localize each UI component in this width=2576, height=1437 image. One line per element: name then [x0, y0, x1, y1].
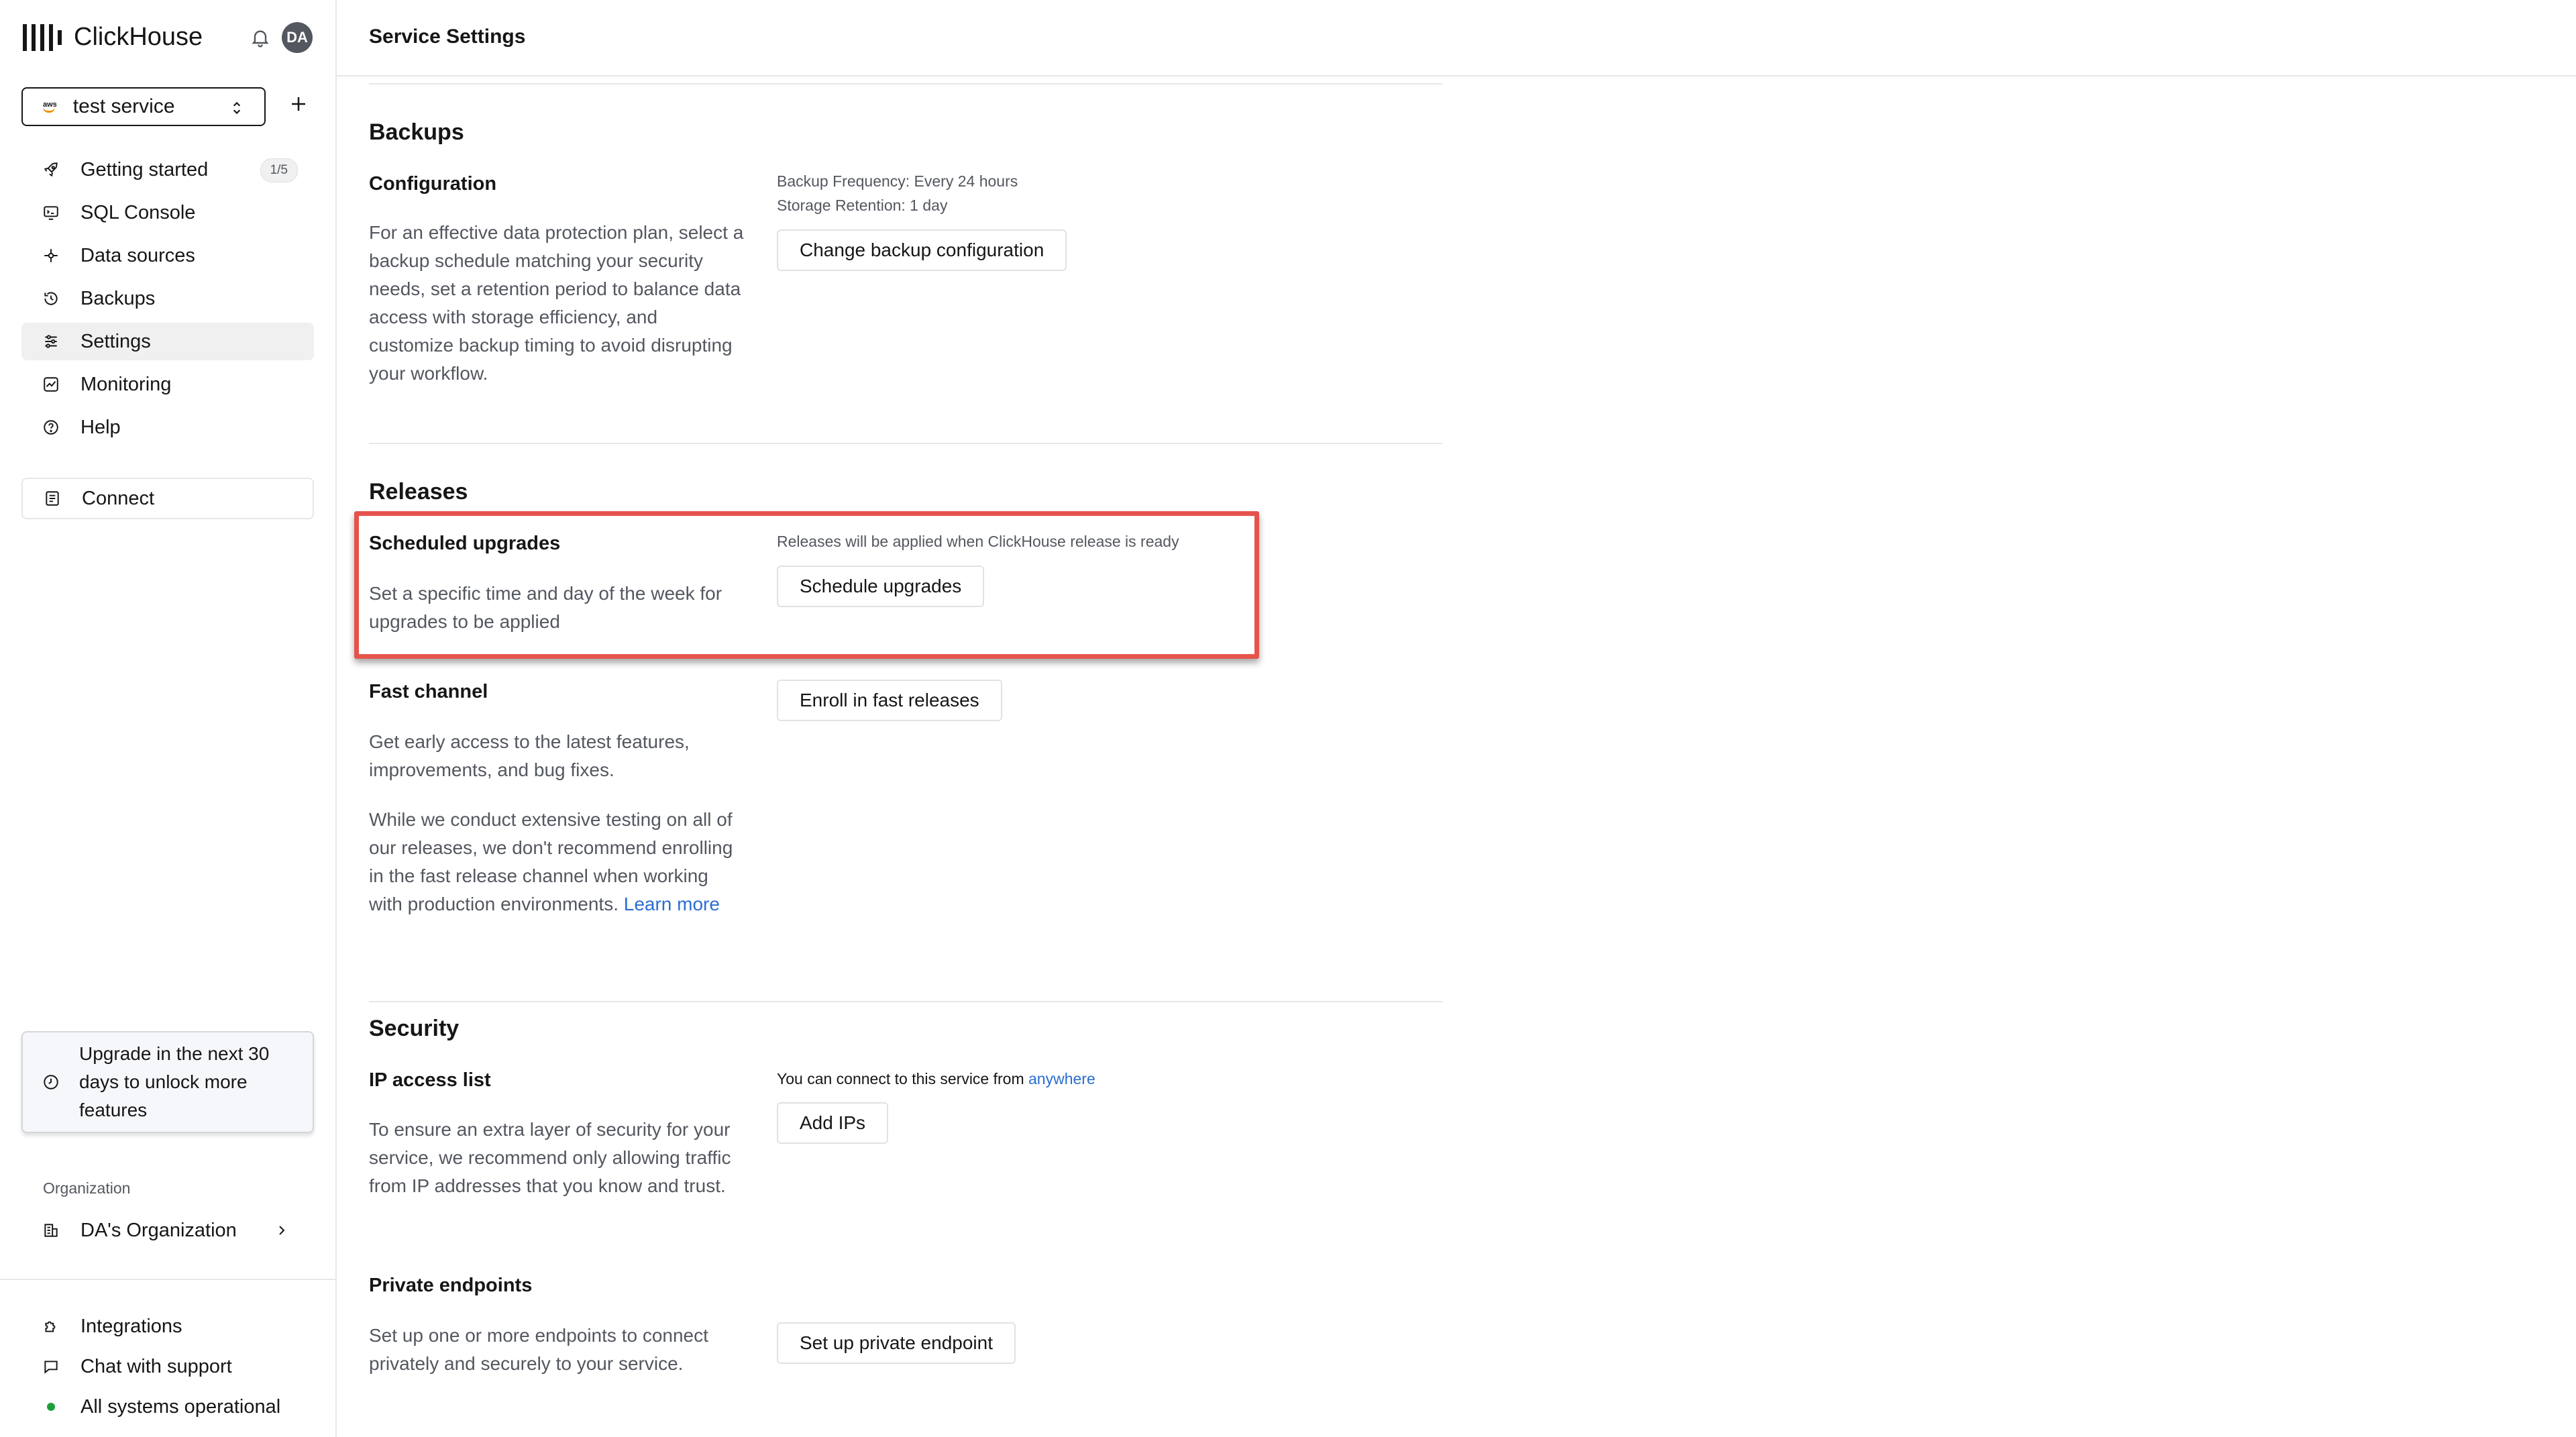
sidebar: ClickHouse DA aws test service Getting s… — [0, 0, 337, 1437]
section-divider — [369, 443, 1442, 444]
console-icon — [42, 203, 60, 222]
sidebar-item-getting-started[interactable]: Getting started 1/5 — [21, 151, 314, 189]
sidebar-item-label: Getting started — [80, 158, 209, 180]
sidebar-item-label: Integrations — [80, 1315, 182, 1337]
scheduled-upgrades-description: Set a specific time and day of the week … — [369, 583, 722, 632]
sliders-icon — [42, 332, 60, 351]
security-section-title: Security — [369, 1016, 460, 1041]
learn-more-link[interactable]: Learn more — [624, 894, 720, 914]
section-divider — [369, 83, 1442, 85]
chevron-up-down-icon — [228, 98, 246, 121]
sidebar-item-data-sources[interactable]: Data sources — [21, 237, 314, 274]
sidebar-item-integrations[interactable]: Integrations — [21, 1308, 314, 1344]
sidebar-item-label: SQL Console — [80, 201, 196, 223]
enroll-fast-releases-button[interactable]: Enroll in fast releases — [777, 680, 1002, 721]
rocket-icon — [42, 160, 60, 179]
status-dot-icon — [42, 1397, 60, 1416]
sidebar-item-label: Help — [80, 416, 121, 438]
bell-icon[interactable] — [250, 27, 271, 48]
ip-access-note-text: You can connect to this service from — [777, 1070, 1024, 1087]
progress-badge: 1/5 — [260, 158, 298, 182]
fast-channel-title: Fast channel — [369, 681, 488, 702]
add-service-button[interactable] — [288, 94, 309, 119]
fast-channel-warning: While we conduct extensive testing on al… — [369, 806, 745, 918]
system-status-label: All systems operational — [80, 1395, 281, 1418]
puzzle-icon — [42, 1317, 60, 1336]
service-selector[interactable]: aws test service — [21, 87, 266, 126]
fast-channel-description: Get early access to the latest features,… — [369, 731, 690, 780]
configuration-title: Configuration — [369, 173, 497, 195]
sidebar-item-label: Chat with support — [80, 1355, 232, 1377]
storage-retention: Storage Retention: 1 day — [777, 197, 948, 214]
top-bar: Service Settings — [337, 0, 2576, 76]
ip-access-list-title: IP access list — [369, 1069, 491, 1091]
sidebar-item-backups[interactable]: Backups — [21, 280, 314, 317]
scheduled-upgrades-title: Scheduled upgrades — [369, 533, 561, 554]
brand-name: ClickHouse — [74, 23, 203, 51]
backup-frequency: Backup Frequency: Every 24 hours — [777, 172, 1018, 190]
private-endpoints-description: Set up one or more endpoints to connect … — [369, 1325, 708, 1374]
main-content: Service Settings Backups Configuration F… — [337, 0, 2576, 1437]
clickhouse-logo[interactable]: ClickHouse — [23, 23, 203, 52]
sidebar-item-label: Data sources — [80, 244, 195, 266]
set-up-private-endpoint-button[interactable]: Set up private endpoint — [777, 1322, 1016, 1364]
sidebar-item-label: Monitoring — [80, 373, 172, 395]
page-title: Service Settings — [369, 25, 526, 48]
chat-icon — [42, 1357, 60, 1376]
clickhouse-logo-icon — [23, 23, 62, 51]
building-icon — [42, 1221, 60, 1240]
releases-note: Releases will be applied when ClickHouse… — [777, 533, 1179, 550]
schedule-upgrades-button[interactable]: Schedule upgrades — [777, 566, 985, 607]
chevron-right-icon — [274, 1221, 290, 1245]
upgrade-banner[interactable]: Upgrade in the next 30 days to unlock mo… — [21, 1031, 314, 1133]
sidebar-item-label: Settings — [80, 330, 151, 352]
sidebar-item-settings[interactable]: Settings — [21, 323, 314, 360]
private-endpoints-title: Private endpoints — [369, 1275, 533, 1296]
sidebar-item-monitoring[interactable]: Monitoring — [21, 366, 314, 403]
help-icon — [42, 418, 60, 437]
sidebar-divider — [0, 1279, 335, 1280]
add-ips-button[interactable]: Add IPs — [777, 1102, 889, 1144]
sidebar-item-sql-console[interactable]: SQL Console — [21, 194, 314, 231]
upgrade-text: Upgrade in the next 30 days to unlock mo… — [79, 1043, 270, 1120]
connect-label: Connect — [82, 487, 155, 509]
sidebar-item-chat-support[interactable]: Chat with support — [21, 1348, 314, 1385]
ip-access-note: You can connect to this service from any… — [777, 1067, 1095, 1091]
avatar[interactable]: DA — [282, 22, 313, 53]
connect-icon — [43, 489, 62, 508]
ip-access-list-description: To ensure an extra layer of security for… — [369, 1119, 731, 1196]
monitoring-icon — [42, 375, 60, 394]
clock-icon — [42, 1073, 60, 1092]
anywhere-link[interactable]: anywhere — [1028, 1070, 1095, 1087]
system-status[interactable]: All systems operational — [21, 1389, 314, 1425]
data-sources-icon — [42, 246, 60, 265]
organization-name: DA's Organization — [80, 1219, 237, 1241]
aws-icon: aws — [43, 101, 57, 113]
section-divider — [369, 1001, 1442, 1002]
releases-section-title: Releases — [369, 479, 468, 504]
organization-label: Organization — [43, 1179, 131, 1197]
backups-section-title: Backups — [369, 119, 464, 145]
service-name: test service — [72, 95, 175, 117]
sidebar-nav: Getting started 1/5 SQL Console Data sou… — [21, 151, 314, 451]
backup-icon — [42, 289, 60, 308]
configuration-description: For an effective data protection plan, s… — [369, 222, 744, 384]
sidebar-item-label: Backups — [80, 287, 156, 309]
sidebar-item-help[interactable]: Help — [21, 409, 314, 446]
organization-selector[interactable]: DA's Organization — [21, 1212, 314, 1249]
change-backup-configuration-button[interactable]: Change backup configuration — [777, 229, 1067, 271]
sidebar-bottom-nav: Integrations Chat with support All syste… — [21, 1308, 314, 1429]
connect-button[interactable]: Connect — [21, 478, 314, 519]
